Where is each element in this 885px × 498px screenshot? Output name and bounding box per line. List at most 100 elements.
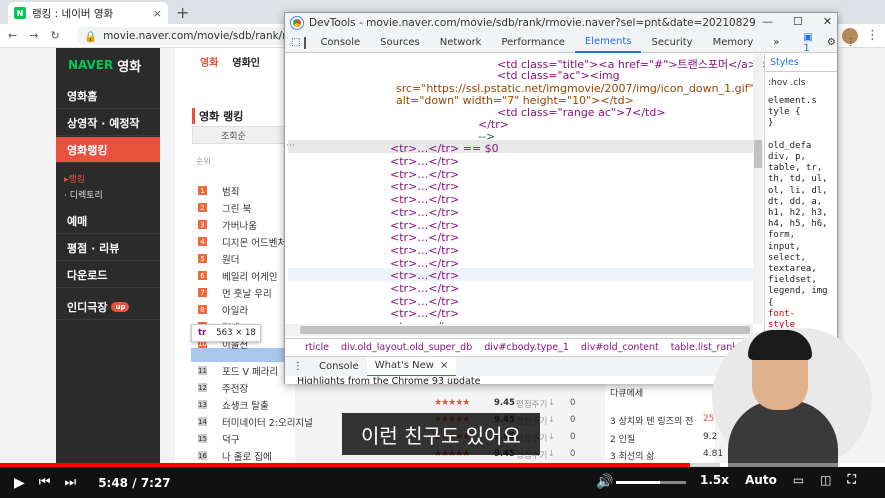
miniplayer-icon[interactable]: ◫ <box>820 473 831 487</box>
video-subtitle: 이런 친구도 있어요 <box>342 413 540 455</box>
new-tab-button[interactable]: + <box>176 3 189 22</box>
sidebar-item-download[interactable]: 다운로드 <box>56 262 160 288</box>
elements-hscroll-thumb[interactable] <box>300 326 750 334</box>
style-rule-line: } <box>768 118 774 129</box>
drawer-menu-icon[interactable]: ⋮ <box>285 361 311 372</box>
collapsed-tr-node[interactable]: <tr>…</tr> <box>390 219 459 232</box>
fullscreen-icon[interactable]: ⛶ <box>848 472 856 487</box>
tab-elements[interactable]: Elements <box>574 33 642 53</box>
code-line[interactable]: <td class="range ac">7</td> <box>497 106 666 119</box>
drawer-tab-close-icon[interactable]: × <box>440 360 448 371</box>
movie-title-link[interactable]: 덕구 <box>222 432 239 446</box>
style-rule-line: ol, li, dl, <box>768 185 828 196</box>
next-icon[interactable]: ⏭ <box>64 475 76 490</box>
movie-title-link[interactable]: 나 홀로 집에 <box>222 449 272 463</box>
collapsed-tr-node[interactable]: <tr>…</tr> <box>390 282 459 295</box>
right-item[interactable]: 다큐메세 <box>610 386 643 399</box>
sidebar-sub-ranking[interactable]: ▸랭킹 <box>64 172 85 185</box>
browser-tab[interactable]: N 랭킹 : 네이버 영화 × <box>8 2 168 24</box>
breadcrumb-item[interactable]: div#cbody.type_1 <box>484 342 569 353</box>
movie-title-link[interactable]: 베일리 어게인 <box>222 269 277 283</box>
collapsed-tr-node[interactable]: <tr>…</tr> <box>390 231 459 244</box>
play-icon[interactable]: ▶ <box>14 475 25 491</box>
drawer-tab-console[interactable]: Console <box>311 357 367 377</box>
sort-tab-views[interactable]: 조회순 <box>192 126 292 144</box>
sidebar-item-home[interactable]: 영화홈 <box>56 83 160 109</box>
elements-scroll-thumb[interactable] <box>754 140 762 168</box>
collapsed-tr-node[interactable]: <tr>…</tr> <box>390 168 459 181</box>
right-item[interactable]: 3 최선의 삶 <box>610 449 655 462</box>
rate-link[interactable]: 평점주기 <box>516 398 547 410</box>
collapsed-tr-node[interactable]: <tr>…</tr> <box>390 307 459 320</box>
styles-filter[interactable]: :hov .cls <box>768 78 805 88</box>
collapsed-tr-node[interactable]: <tr>…</tr> <box>390 244 459 257</box>
tab-memory[interactable]: Memory <box>703 33 764 53</box>
movie-title-link[interactable]: 주전장 <box>222 381 248 395</box>
collapsed-tr-node[interactable]: <tr>…</tr> <box>390 180 459 193</box>
nav-movie[interactable]: 영화 <box>200 54 218 69</box>
collapsed-tr-node[interactable]: <tr>…</tr> <box>390 295 459 308</box>
elements-scrollbar[interactable] <box>753 54 763 324</box>
styles-tab[interactable]: Styles <box>764 54 837 72</box>
url-field[interactable]: 🔒 movie.naver.com/movie/sdb/rank/rmovie.… <box>76 27 329 45</box>
code-line[interactable]: <td class="ac"><img <box>497 69 620 82</box>
tab-network[interactable]: Network <box>430 33 492 53</box>
movie-title-link[interactable]: 디지몬 어드벤처 <box>222 235 286 249</box>
browser-menu-icon[interactable]: ⋮ <box>866 28 879 43</box>
devtools-menu-icon[interactable]: ⋮ <box>846 37 856 48</box>
tab-sources[interactable]: Sources <box>370 33 430 53</box>
sidebar-item-ranking[interactable]: 영화랭킹 <box>56 137 160 163</box>
volume-icon[interactable]: 🔊 <box>596 474 613 490</box>
breadcrumb-item[interactable]: div#old_content <box>581 342 659 353</box>
breadcrumb-item[interactable]: div.old_layout.old_super_db <box>341 342 472 353</box>
sidebar-item-showing[interactable]: 상영작 · 예정작 <box>56 110 160 136</box>
tab-performance[interactable]: Performance <box>491 33 574 53</box>
speed-button[interactable]: 1.5x <box>700 473 729 487</box>
right-item[interactable]: 3 상치와 텐 링즈의 전 <box>610 414 693 427</box>
right-item-val: 4.81 <box>703 449 724 459</box>
movie-title-link[interactable]: 원더 <box>222 252 239 266</box>
movie-title-link[interactable]: 그린 북 <box>222 201 251 215</box>
naver-movie-logo[interactable]: NAVER 영화 <box>56 48 160 82</box>
collapsed-tr-node[interactable]: <tr>…</tr> <box>390 257 459 270</box>
settings-gear-icon[interactable]: ⚙ <box>827 37 836 48</box>
maximize-button[interactable]: ☐ <box>793 15 803 28</box>
subtitles-icon[interactable]: ▭ <box>793 473 804 487</box>
movie-title-link[interactable]: 터미네이터 2:오리지널 <box>222 415 313 429</box>
tab-console[interactable]: Console <box>310 33 370 53</box>
right-item[interactable]: 2 인질 <box>610 432 635 445</box>
breadcrumb-item[interactable]: rticle <box>305 342 329 353</box>
forward-icon[interactable]: → <box>29 29 38 42</box>
collapsed-tr-node[interactable]: <tr>…</tr> <box>390 155 459 168</box>
sidebar-item-booking[interactable]: 예매 <box>56 208 160 234</box>
drawer-tab-whatsnew[interactable]: What's New × <box>366 356 457 377</box>
tab-security[interactable]: Security <box>641 33 702 53</box>
minimize-button[interactable]: — <box>762 15 773 28</box>
collapsed-tr-node[interactable]: <tr>…</tr> <box>390 269 459 282</box>
more-tabs-icon[interactable]: » <box>763 33 789 53</box>
collapsed-tr-node[interactable]: <tr>…</tr> <box>390 193 459 206</box>
collapsed-tr-node[interactable]: <tr>…</tr> <box>390 206 459 219</box>
issues-icon[interactable]: ▣ 1 <box>803 32 812 54</box>
nav-person[interactable]: 영화인 <box>232 54 260 69</box>
sidebar-sub-directory[interactable]: · 디렉토리 <box>64 188 103 201</box>
movie-title-link[interactable]: 가버나움 <box>222 218 257 232</box>
sidebar-item-indie[interactable]: 인디극장 up <box>56 294 160 320</box>
rank-badge: 5 <box>198 254 207 263</box>
selected-tr-node[interactable]: <tr>…</tr> == $0 <box>390 142 499 155</box>
close-button[interactable]: ✕ <box>823 15 832 28</box>
node-dots-icon[interactable]: ··· <box>286 141 295 151</box>
device-toolbar-icon[interactable] <box>304 36 307 49</box>
back-icon[interactable]: ← <box>8 29 17 42</box>
previous-icon[interactable]: ⏮ <box>39 475 51 490</box>
reload-icon[interactable]: ↻ <box>50 29 59 42</box>
movie-title-link[interactable]: 먼 훗날 우리 <box>222 286 272 300</box>
movie-title-link[interactable]: 범죄 <box>222 184 239 198</box>
movie-title-link[interactable]: 포드 V 페라리 <box>222 364 278 378</box>
inspect-icon[interactable]: ⬚ <box>291 37 300 48</box>
movie-title-link[interactable]: 아일라 <box>222 303 248 317</box>
movie-title-link[interactable]: 쇼생크 탈출 <box>222 398 269 412</box>
quality-button[interactable]: Auto <box>745 473 777 487</box>
tab-close-icon[interactable]: × <box>153 7 162 20</box>
sidebar-item-review[interactable]: 평점 · 리뷰 <box>56 235 160 261</box>
